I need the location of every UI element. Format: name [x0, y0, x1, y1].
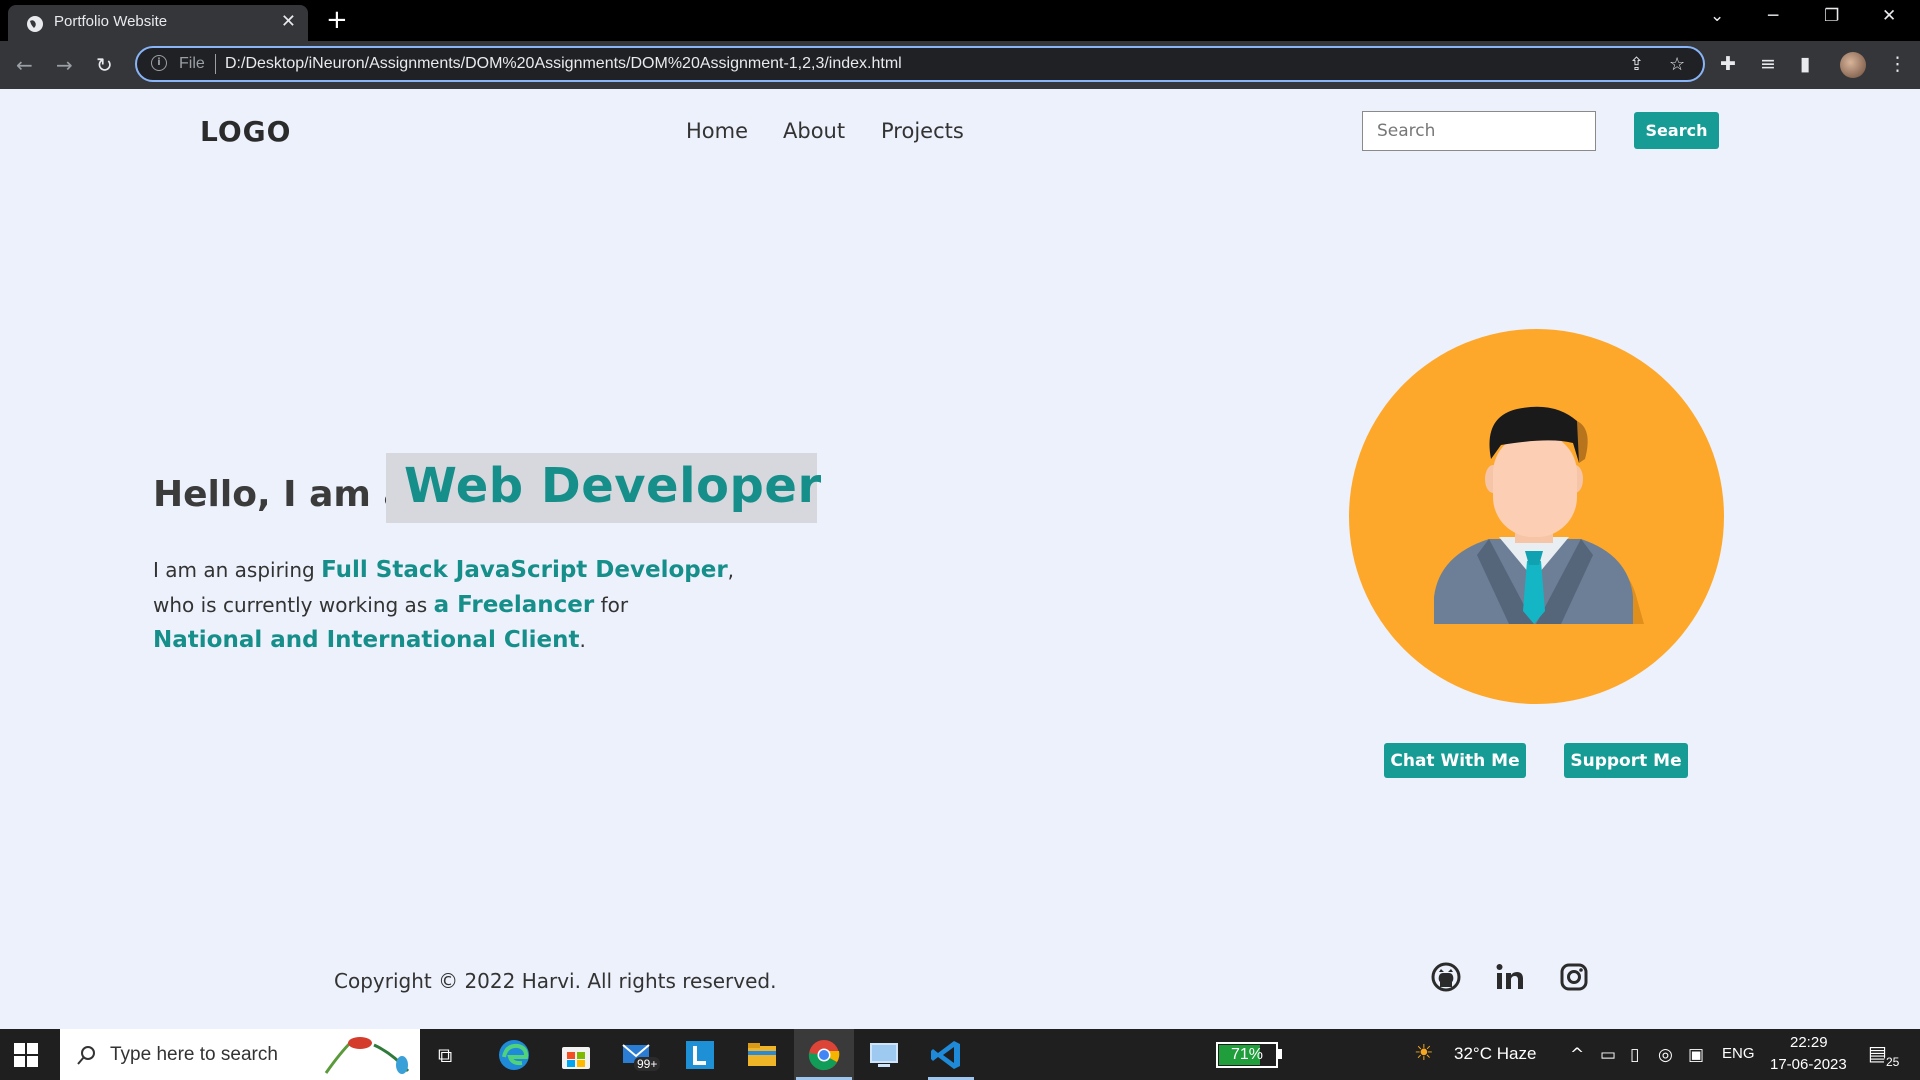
intro-highlight: Full Stack JavaScript Developer — [321, 557, 728, 583]
search-icon — [77, 1046, 95, 1065]
file-explorer-icon[interactable] — [744, 1037, 780, 1073]
side-panel-icon[interactable]: ▮ — [1800, 53, 1810, 75]
back-icon[interactable]: ← — [16, 53, 33, 77]
media-control-icon[interactable]: ≡ — [1760, 53, 1776, 75]
display-icon[interactable]: ▣ — [1688, 1045, 1704, 1065]
instagram-icon[interactable] — [1558, 961, 1590, 993]
search-input[interactable] — [1362, 111, 1596, 151]
share-icon[interactable]: ⇪ — [1629, 54, 1644, 75]
intro-text: who is currently working as — [153, 593, 434, 617]
intro-highlight: National and International Client — [153, 627, 580, 653]
hero-role: Web Developer — [404, 458, 822, 514]
support-me-button[interactable]: Support Me — [1564, 743, 1688, 778]
clock-date[interactable]: 17-06-2023 — [1770, 1056, 1847, 1073]
show-hidden-icons-icon[interactable]: ^ — [1570, 1045, 1584, 1065]
address-bar[interactable]: i File D:/Desktop/iNeuron/Assignments/DO… — [135, 46, 1705, 82]
battery-tip — [1278, 1049, 1282, 1059]
minimize-icon[interactable]: ─ — [1768, 6, 1778, 26]
tab-search-icon[interactable]: ⌄ — [1710, 6, 1724, 26]
windows-taskbar: Type here to search ⧉ 99+ 71% ☀ 32°C Haz… — [0, 1029, 1920, 1080]
notification-count: 25 — [1884, 1055, 1902, 1069]
linkedin-icon[interactable] — [1494, 961, 1526, 993]
nav-about[interactable]: About — [783, 119, 845, 143]
mail-badge: 99+ — [634, 1057, 661, 1071]
battery-indicator[interactable]: 71% — [1216, 1042, 1278, 1068]
weather-haze-icon[interactable]: ☀ — [1414, 1041, 1434, 1066]
url-scheme: File — [179, 55, 205, 72]
profile-avatar-illustration — [1349, 329, 1724, 704]
globe-icon — [27, 16, 43, 32]
nav-home[interactable]: Home — [686, 119, 748, 143]
browser-tab-strip: Portfolio Website ✕ + ⌄ ─ ❐ ✕ — [0, 0, 1920, 41]
hero-greeting: Hello, I am a — [153, 474, 408, 515]
github-icon[interactable] — [1430, 961, 1462, 993]
portfolio-page: LOGO Home About Projects Search Hello, I… — [0, 89, 1920, 1029]
new-tab-button[interactable]: + — [326, 6, 348, 34]
intro-text: I am an aspiring — [153, 558, 322, 582]
taskbar-search-placeholder: Type here to search — [110, 1044, 278, 1065]
language-indicator[interactable]: ENG — [1722, 1045, 1755, 1062]
browser-toolbar: ← → ↻ i File D:/Desktop/iNeuron/Assignme… — [0, 41, 1920, 89]
taskbar-search-box[interactable]: Type here to search — [60, 1029, 420, 1080]
windows-start-icon[interactable] — [14, 1043, 38, 1067]
edge-icon[interactable] — [496, 1037, 532, 1073]
url-text[interactable]: D:/Desktop/iNeuron/Assignments/DOM%20Ass… — [225, 55, 902, 73]
businessman-icon — [1434, 406, 1644, 624]
forward-icon[interactable]: → — [56, 53, 73, 77]
close-window-icon[interactable]: ✕ — [1882, 6, 1896, 26]
intro-text: , — [727, 558, 735, 582]
search-highlight-icon — [324, 1037, 410, 1074]
l-app-icon[interactable] — [682, 1037, 718, 1073]
chat-with-me-button[interactable]: Chat With Me — [1384, 743, 1526, 778]
battery-percentage: 71% — [1230, 1046, 1264, 1063]
bookmark-star-icon[interactable]: ☆ — [1669, 54, 1685, 75]
footer-copyright: Copyright © 2022 Harvi. All rights reser… — [334, 969, 777, 993]
profile-avatar[interactable] — [1840, 52, 1866, 78]
nav-projects[interactable]: Projects — [881, 119, 964, 143]
battery-tray-icon[interactable]: ▭ — [1600, 1045, 1616, 1065]
reload-icon[interactable]: ↻ — [96, 53, 113, 77]
microsoft-store-icon[interactable] — [558, 1037, 594, 1073]
site-info-icon[interactable]: i — [151, 55, 167, 71]
intro-text: . — [579, 628, 586, 652]
site-logo[interactable]: LOGO — [200, 115, 291, 148]
clock-time[interactable]: 22:29 — [1790, 1034, 1828, 1051]
network-globe-icon[interactable]: ◎ — [1658, 1045, 1673, 1065]
intro-text: for — [594, 593, 629, 617]
weather-text[interactable]: 32°C Haze — [1454, 1044, 1536, 1064]
chrome-icon[interactable] — [806, 1037, 842, 1073]
extensions-icon[interactable]: ✚ — [1720, 53, 1736, 75]
url-separator — [215, 54, 216, 74]
close-tab-icon[interactable]: ✕ — [281, 11, 296, 32]
search-button[interactable]: Search — [1634, 112, 1719, 149]
browser-tab[interactable]: Portfolio Website ✕ — [8, 5, 308, 41]
browser-menu-icon[interactable]: ⋮ — [1888, 53, 1907, 75]
intro-line-1: I am an aspiring Full Stack JavaScript D… — [153, 557, 734, 583]
vscode-icon[interactable] — [928, 1037, 964, 1073]
device-icon[interactable]: ▯ — [1630, 1045, 1639, 1065]
remote-desktop-icon[interactable] — [866, 1037, 902, 1073]
tab-title: Portfolio Website — [54, 13, 168, 30]
intro-line-2: who is currently working as a Freelancer… — [153, 592, 628, 618]
intro-highlight: a Freelancer — [433, 592, 595, 618]
task-view-icon[interactable]: ⧉ — [438, 1043, 452, 1067]
restore-icon[interactable]: ❐ — [1824, 6, 1839, 26]
intro-line-3: National and International Client. — [153, 627, 586, 653]
